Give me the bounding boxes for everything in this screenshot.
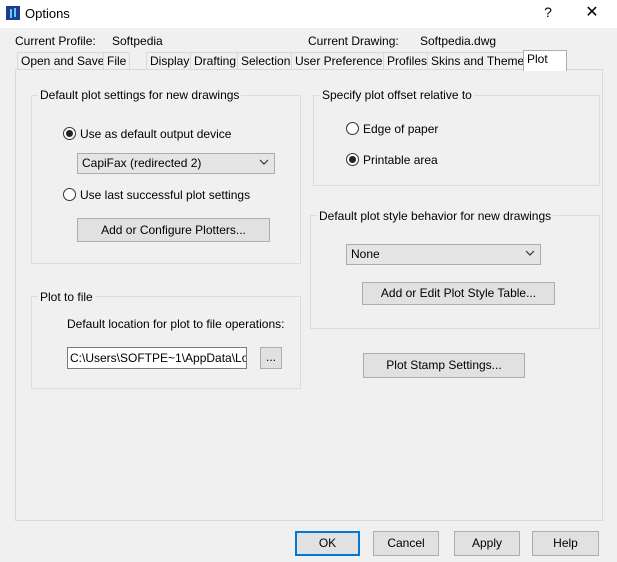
tab-selection[interactable]: Selection	[237, 52, 295, 70]
apply-button[interactable]: Apply	[454, 531, 520, 556]
tab-profiles[interactable]: Profiles	[383, 52, 432, 70]
title-bar	[0, 0, 617, 28]
help-button[interactable]: Help	[532, 531, 599, 556]
use-last-successful-radio[interactable]	[63, 188, 76, 201]
chevron-down-icon	[259, 159, 269, 165]
plot-to-file-group	[31, 296, 301, 389]
current-profile-label: Current Profile:	[15, 34, 96, 48]
plot-style-group	[310, 215, 600, 329]
tab-user-preferences[interactable]: User Preferences	[291, 52, 393, 70]
plot-file-location-label: Default location for plot to file operat…	[67, 317, 285, 331]
close-icon[interactable]: ✕	[580, 3, 604, 23]
help-icon[interactable]: ?	[540, 4, 556, 22]
plot-offset-group	[313, 95, 600, 186]
cancel-button[interactable]: Cancel	[373, 531, 439, 556]
edge-of-paper-label[interactable]: Edge of paper	[363, 122, 438, 136]
plot-to-file-title: Plot to file	[38, 290, 95, 304]
edge-of-paper-radio[interactable]	[346, 122, 359, 135]
plot-style-value: None	[351, 247, 380, 261]
window-title: Options	[25, 6, 70, 21]
current-drawing-label: Current Drawing:	[308, 34, 399, 48]
current-profile-value: Softpedia	[112, 34, 163, 48]
tab-file[interactable]: File	[103, 52, 131, 70]
use-default-output-label[interactable]: Use as default output device	[80, 127, 231, 141]
output-device-select[interactable]: CapiFax (redirected 2)	[77, 153, 275, 174]
tab-display[interactable]: Display	[146, 52, 194, 70]
tab-skins-and-themes[interactable]: Skins and Themes	[427, 52, 535, 70]
use-last-successful-label[interactable]: Use last successful plot settings	[80, 188, 250, 202]
plot-offset-title: Specify plot offset relative to	[320, 88, 474, 102]
default-plot-settings-title: Default plot settings for new drawings	[38, 88, 242, 102]
plot-style-title: Default plot style behavior for new draw…	[317, 209, 554, 223]
plot-style-select[interactable]: None	[346, 244, 541, 265]
tab-open-and-save[interactable]: Open and Save	[17, 52, 109, 70]
use-default-output-radio[interactable]	[63, 127, 76, 140]
printable-area-label[interactable]: Printable area	[363, 153, 438, 167]
output-device-value: CapiFax (redirected 2)	[82, 156, 202, 170]
tab-plot[interactable]: Plot	[523, 50, 567, 71]
chevron-down-icon	[525, 250, 535, 256]
add-edit-plot-style-button[interactable]: Add or Edit Plot Style Table...	[362, 282, 555, 305]
plot-file-location-input[interactable]: C:\Users\SOFTPE~1\AppData\Local	[67, 347, 247, 369]
app-icon	[6, 6, 20, 20]
tab-drafting[interactable]: Drafting	[190, 52, 241, 70]
plot-stamp-settings-button[interactable]: Plot Stamp Settings...	[363, 353, 525, 378]
ok-button[interactable]: OK	[295, 531, 360, 556]
browse-button[interactable]: ...	[260, 347, 282, 369]
printable-area-radio[interactable]	[346, 153, 359, 166]
add-configure-plotters-button[interactable]: Add or Configure Plotters...	[77, 218, 270, 242]
current-drawing-value: Softpedia.dwg	[420, 34, 497, 48]
